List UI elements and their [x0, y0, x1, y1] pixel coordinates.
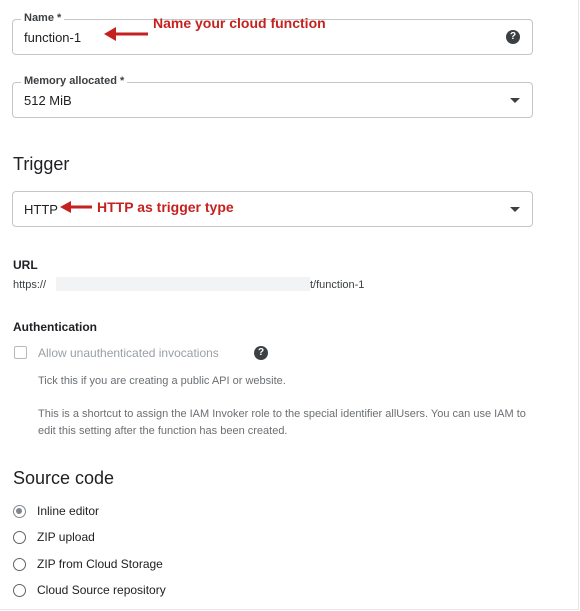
- allow-unauthenticated-label[interactable]: Allow unauthenticated invocations: [38, 346, 219, 360]
- name-field-value[interactable]: function-1: [24, 30, 81, 45]
- trigger-heading: Trigger: [13, 154, 70, 174]
- radio-icon[interactable]: [13, 558, 26, 571]
- radio-icon[interactable]: [13, 531, 26, 544]
- authentication-heading: Authentication: [13, 320, 97, 334]
- help-icon[interactable]: ?: [254, 346, 268, 360]
- annotation-arrow-icon: [60, 201, 92, 213]
- chevron-down-icon: [510, 98, 520, 103]
- auth-hint-1: Tick this if you are creating a public A…: [38, 375, 286, 387]
- radio-label: ZIP upload: [37, 530, 95, 544]
- trigger-annotation: HTTP as trigger type: [97, 199, 234, 215]
- name-field-label: Name *: [21, 12, 65, 24]
- url-label: URL: [13, 258, 38, 272]
- memory-select[interactable]: Memory allocated * 512 MiB: [12, 75, 533, 118]
- allow-unauthenticated-checkbox[interactable]: [14, 346, 27, 359]
- source-code-heading: Source code: [13, 468, 115, 488]
- annotation-arrow-icon: [104, 27, 148, 41]
- memory-field-value: 512 MiB: [24, 93, 72, 108]
- chevron-down-icon: [510, 207, 520, 212]
- name-help-icon[interactable]: ?: [506, 30, 520, 44]
- trigger-field-value: HTTP: [24, 202, 58, 217]
- url-prefix: https://: [13, 279, 47, 291]
- name-annotation: Name your cloud function: [153, 15, 326, 31]
- url-redaction: [56, 277, 310, 291]
- url-suffix: t/function-1: [310, 279, 365, 291]
- auth-hint-2: This is a shortcut to assign the IAM Inv…: [38, 408, 526, 437]
- radio-label: Inline editor: [37, 504, 100, 518]
- radio-label: ZIP from Cloud Storage: [37, 557, 163, 571]
- radio-label: Cloud Source repository: [37, 583, 166, 597]
- radio-selected-icon[interactable]: [13, 505, 26, 518]
- memory-field-label: Memory allocated *: [21, 75, 128, 87]
- radio-icon[interactable]: [13, 584, 26, 597]
